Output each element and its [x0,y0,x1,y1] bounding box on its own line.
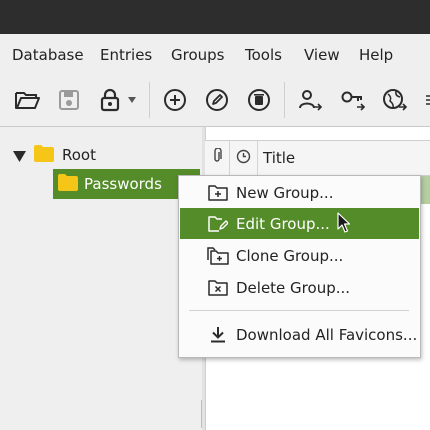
toolbar-separator [284,82,285,118]
menu-item-edit-group[interactable]: Edit Group... [180,208,419,239]
lock-database-icon[interactable] [96,86,124,114]
edit-entry-icon[interactable] [203,86,231,114]
new-folder-icon [206,181,230,205]
open-url-icon[interactable] [381,86,409,114]
menu-item-clone-group[interactable]: Clone Group... [180,240,419,271]
column-attachment[interactable] [205,141,230,175]
menu-item-delete-group[interactable]: Delete Group... [180,272,419,303]
copy-password-icon[interactable] [339,86,367,114]
entries-table-header: Title [205,140,430,176]
group-context-menu: New Group... Edit Group... Clone Group..… [178,175,421,358]
chevron-down-icon[interactable] [125,86,139,114]
menu-item-download-favicons[interactable]: Download All Favicons... [180,319,419,350]
column-title-label: Title [263,149,296,167]
menu-item-label: Download All Favicons... [236,325,418,344]
menu-entries[interactable]: Entries [100,46,152,64]
clock-icon [236,149,251,168]
edit-folder-icon [206,212,230,236]
splitter-grip [201,400,202,428]
window-titlebar [0,0,430,34]
delete-folder-icon [206,276,230,300]
menu-item-label: Edit Group... [236,214,330,233]
expand-arrow-icon[interactable] [13,148,26,166]
menu-item-label: Clone Group... [236,246,344,265]
mouse-cursor-icon [337,212,351,237]
clone-folder-icon [206,244,230,268]
folder-icon [34,144,54,166]
folder-icon [58,173,78,195]
menu-help[interactable]: Help [359,46,393,64]
tree-item-label: Passwords [84,175,162,193]
open-database-icon[interactable] [13,86,41,114]
tree-item-root[interactable]: Root [34,140,96,170]
menu-tools[interactable]: Tools [245,46,282,64]
download-icon [206,323,230,347]
save-database-icon[interactable] [55,86,83,114]
menu-view[interactable]: View [304,46,340,64]
menu-bar: Database Entries Groups Tools View Help [0,34,430,74]
menu-database[interactable]: Database [12,46,84,64]
menu-separator [189,310,409,311]
menu-item-label: Delete Group... [236,278,351,297]
column-title[interactable]: Title [263,141,295,175]
copy-username-icon[interactable] [296,86,324,114]
menu-item-new-group[interactable]: New Group... [180,177,419,208]
tree-item-label: Root [62,146,96,164]
menu-item-label: New Group... [236,183,334,202]
column-expiry[interactable] [230,141,258,175]
toolbar-separator [149,82,150,118]
toolbar [0,74,430,127]
add-entry-icon[interactable] [161,86,189,114]
delete-entry-icon[interactable] [245,86,273,114]
overflow-icon[interactable] [421,86,430,114]
paperclip-icon [212,147,222,168]
menu-groups[interactable]: Groups [171,46,224,64]
